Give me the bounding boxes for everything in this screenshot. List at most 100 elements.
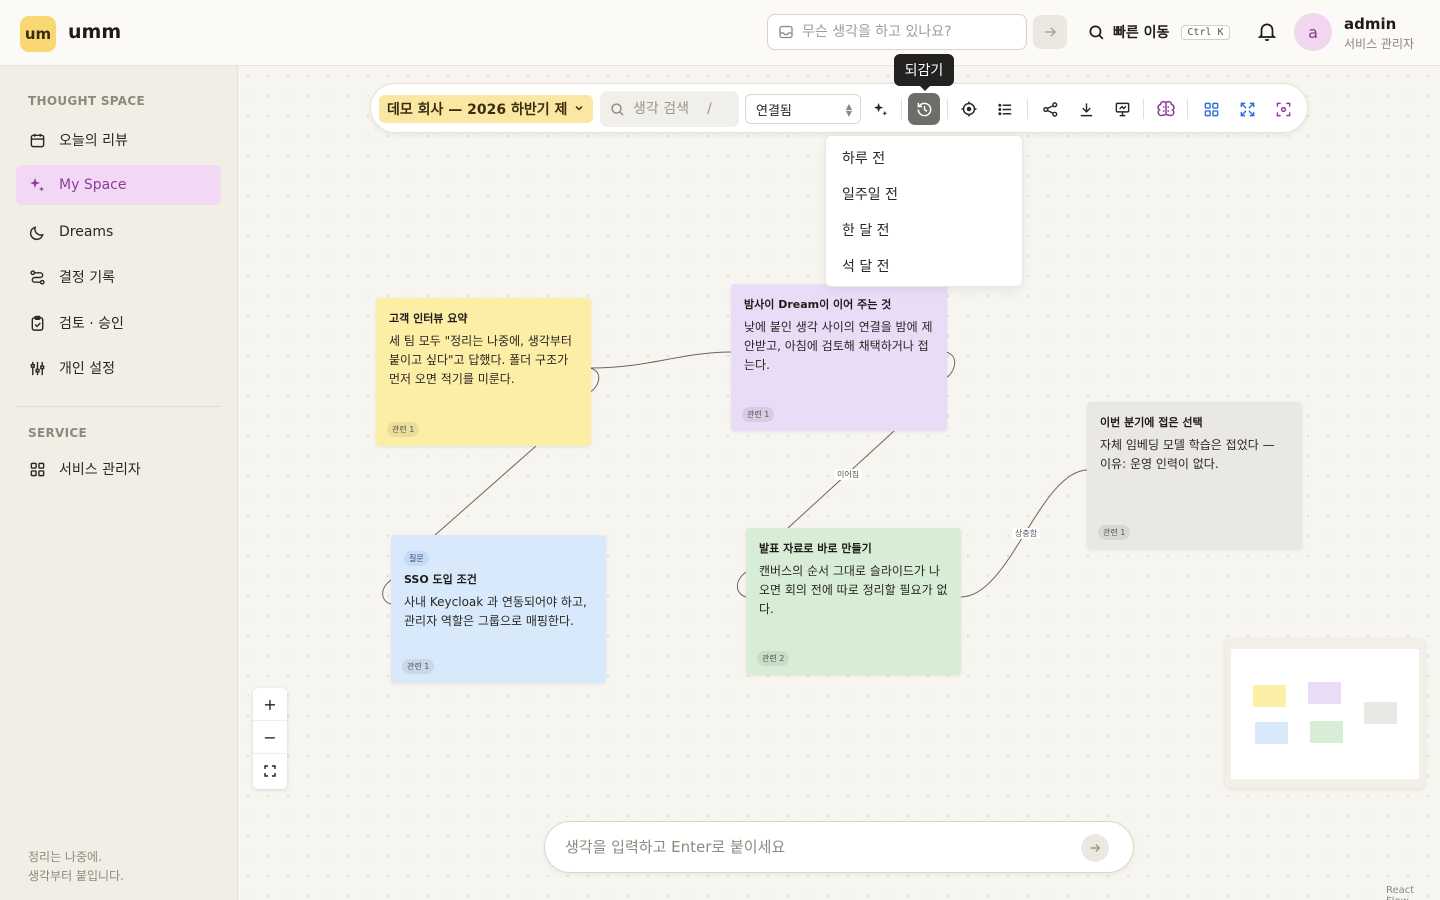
thought-card-sso[interactable]: 질문 SSO 도입 조건 사내 Keycloak 과 연동되어야 하고, 관리자… <box>391 535 606 683</box>
brain-icon <box>1157 100 1175 117</box>
card-body: 세 팀 모두 "정리는 나중에, 생각부터 붙이고 싶다"고 답했다. 폴더 구… <box>389 334 572 386</box>
expand-icon <box>1240 102 1254 116</box>
quick-thought-field[interactable] <box>767 14 1027 50</box>
card-title: 이번 분기에 접은 선택 <box>1100 416 1203 429</box>
search-shortcut-hint: / <box>707 101 712 117</box>
minimap-node-dream <box>1308 682 1341 704</box>
sidebar-footer: 정리는 나중에. 생각부터 붙입니다. <box>28 848 124 886</box>
sidebar-item-label: My Space <box>59 177 127 193</box>
related-count-badge: 관련 1 <box>1098 525 1131 540</box>
sidebar-item-label: 개인 설정 <box>59 361 115 377</box>
view-mode-value: 연결됨 <box>756 103 792 119</box>
share-icon <box>1042 101 1057 117</box>
toolbar-divider <box>1143 99 1144 119</box>
rewind-option-three-months[interactable]: 석 달 전 <box>826 248 1022 284</box>
card-title: SSO 도입 조건 <box>404 573 477 586</box>
calendar-icon <box>28 131 46 149</box>
history-icon <box>917 102 931 116</box>
compose-bar[interactable] <box>544 821 1134 873</box>
space-selector[interactable]: 데모 회사 — 2026 하반기 제 <box>379 95 593 123</box>
sidebar-item-label: 서비스 관리자 <box>59 462 141 478</box>
thought-search-input[interactable] <box>633 101 703 117</box>
inbox-icon <box>779 25 793 39</box>
quick-thought-input[interactable] <box>802 24 1002 40</box>
sidebar-divider <box>16 406 221 407</box>
react-flow-attribution[interactable]: React Flow <box>1386 885 1440 900</box>
rewind-option-month[interactable]: 한 달 전 <box>826 212 1022 248</box>
sliders-icon <box>28 359 46 377</box>
related-count-badge: 관련 1 <box>742 407 775 422</box>
zoom-in-button[interactable]: + <box>253 688 287 721</box>
card-title: 발표 자료로 바로 만들기 <box>759 542 872 555</box>
chevron-down-icon <box>575 105 583 111</box>
search-icon <box>611 102 624 116</box>
grid-layout-button[interactable] <box>1195 93 1227 125</box>
sidebar-item-service-admin[interactable]: 서비스 관리자 <box>16 449 221 489</box>
quick-jump-button[interactable]: 빠른 이동 Ctrl K <box>1088 20 1230 44</box>
toolbar-divider <box>1027 99 1028 119</box>
toolbar-divider <box>1187 99 1188 119</box>
compose-input[interactable] <box>565 838 1065 856</box>
arrow-right-icon <box>1090 844 1101 852</box>
rewind-menu: 하루 전 일주일 전 한 달 전 석 달 전 <box>825 135 1023 287</box>
card-title: 고객 인터뷰 요약 <box>389 312 468 325</box>
sidebar-item-dreams[interactable]: Dreams <box>16 212 221 252</box>
brain-button[interactable] <box>1150 93 1182 125</box>
rewind-button[interactable] <box>908 93 940 125</box>
section-title-service: SERVICE <box>28 426 87 440</box>
compose-send-button[interactable] <box>1081 834 1109 862</box>
expand-button[interactable] <box>1231 93 1263 125</box>
toolbar-divider <box>947 99 948 119</box>
card-body: 캔버스의 순서 그대로 슬라이드가 나오면 회의 전에 따로 정리할 필요가 없… <box>759 564 948 616</box>
card-body: 사내 Keycloak 과 연동되어야 하고, 관리자 역할은 그룹으로 매핑한… <box>404 595 587 628</box>
sidebar-footer-line1: 정리는 나중에. <box>28 850 102 864</box>
avatar[interactable]: a <box>1294 13 1332 51</box>
focus-frame-icon <box>1276 102 1290 116</box>
fit-screen-button[interactable] <box>253 754 287 787</box>
sidebar-item-review-approval[interactable]: 검토 · 승인 <box>16 303 221 343</box>
share-button[interactable] <box>1034 93 1066 125</box>
app-header: um umm 빠른 이동 Ctrl K a admin 서비스 관리자 <box>0 0 1440 66</box>
sidebar-item-label: 오늘의 리뷰 <box>59 133 128 149</box>
sidebar-item-decision-log[interactable]: 결정 기록 <box>16 257 221 297</box>
rewind-option-week[interactable]: 일주일 전 <box>826 176 1022 212</box>
thought-card-slides[interactable]: 발표 자료로 바로 만들기 캔버스의 순서 그대로 슬라이드가 나오면 회의 전… <box>746 528 961 675</box>
quick-jump-label: 빠른 이동 <box>1113 25 1170 41</box>
section-title-thought-space: THOUGHT SPACE <box>28 94 145 108</box>
presentation-button[interactable] <box>1106 93 1138 125</box>
quick-send-button[interactable] <box>1033 15 1067 49</box>
sidebar-footer-line2: 생각부터 붙입니다. <box>28 869 124 883</box>
toolbar-divider <box>901 99 902 119</box>
download-button[interactable] <box>1070 93 1102 125</box>
sparkle-icon <box>873 102 887 116</box>
minimap-node-quarter <box>1364 702 1397 724</box>
ai-suggest-button[interactable] <box>864 93 896 125</box>
bell-icon[interactable] <box>1256 20 1278 42</box>
rewind-option-day[interactable]: 하루 전 <box>826 140 1022 176</box>
sidebar-item-today-review[interactable]: 오늘의 리뷰 <box>16 120 221 160</box>
focus-button[interactable] <box>953 93 985 125</box>
fit-view-button[interactable] <box>1267 93 1299 125</box>
minimap[interactable] <box>1225 639 1425 788</box>
sidebar-item-personal-settings[interactable]: 개인 설정 <box>16 348 221 388</box>
thought-card-quarter[interactable]: 이번 분기에 접은 선택 자체 임베딩 모델 학습은 접었다 — 이유: 운영 … <box>1087 402 1302 549</box>
fit-screen-icon <box>264 764 276 777</box>
route-icon <box>28 268 46 286</box>
related-count-badge: 관련 2 <box>757 651 790 666</box>
sidebar-item-my-space[interactable]: My Space <box>16 165 221 205</box>
list-view-button[interactable] <box>989 93 1021 125</box>
card-body: 자체 임베딩 모델 학습은 접었다 — 이유: 운영 인력이 없다. <box>1100 438 1275 471</box>
thought-search-field[interactable]: / <box>600 91 739 127</box>
moon-icon <box>28 223 46 241</box>
sidebar: THOUGHT SPACE 오늘의 리뷰 My Space Dreams 결정 … <box>0 66 238 900</box>
sidebar-item-label: Dreams <box>59 224 114 240</box>
thought-card-interview[interactable]: 고객 인터뷰 요약 세 팀 모두 "정리는 나중에, 생각부터 붙이고 싶다"고… <box>376 298 591 446</box>
crosshair-icon <box>961 101 977 117</box>
minimap-node-slides <box>1310 721 1343 743</box>
sparkle-icon <box>28 176 46 194</box>
view-mode-select[interactable]: 연결됨 ▲ ▼ <box>745 94 861 124</box>
thought-card-dream[interactable]: 밤사이 Dream이 이어 주는 것 낮에 붙인 생각 사이의 연결을 밤에 제… <box>731 284 947 431</box>
space-selector-label: 데모 회사 — 2026 하반기 제 <box>387 102 567 118</box>
canvas-toolbar: 데모 회사 — 2026 하반기 제 / 연결됨 ▲▼ <box>370 83 1308 133</box>
zoom-out-button[interactable]: − <box>253 721 287 754</box>
